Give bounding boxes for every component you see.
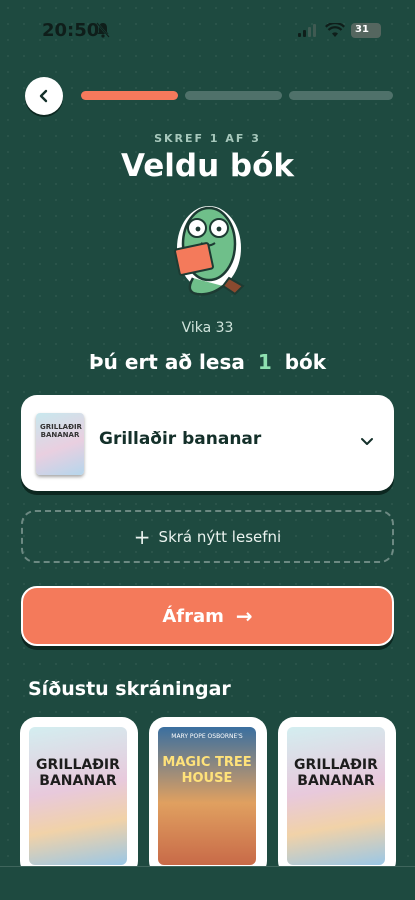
reading-suffix: bók (284, 350, 327, 374)
book-cover-title: GRILLAÐIR BANANAR (36, 757, 120, 789)
progress-step-1 (81, 91, 178, 100)
status-bar: 20:50 31 (0, 0, 415, 60)
step-label: SKREF 1 AF 3 (154, 132, 261, 145)
back-button[interactable] (25, 77, 63, 115)
selected-book-name: Grillaðir bananar (99, 429, 262, 449)
book-cover-subtitle: MARY POPE OSBORNE'S (171, 733, 243, 740)
continue-label: Áfram (162, 605, 224, 627)
bottom-bar (0, 866, 415, 900)
arrow-right-icon: → (235, 604, 253, 628)
battery-icon: 31 (351, 23, 381, 38)
book-select-dropdown[interactable]: GRILLAÐIR BANANAR Grillaðir bananar (21, 395, 394, 491)
battery-level: 31 (355, 24, 369, 35)
book-thumbnail-title: GRILLAÐIR BANANAR (40, 423, 82, 439)
status-time: 20:50 (42, 20, 100, 41)
plus-icon: + (133, 524, 151, 549)
reading-count: 1 (257, 350, 272, 374)
book-thumbnail: GRILLAÐIR BANANAR (36, 413, 84, 475)
wifi-icon (325, 23, 345, 37)
week-label: Vika 33 (181, 320, 234, 336)
book-cover: MARY POPE OSBORNE'S MAGIC TREE HOUSE (158, 727, 256, 865)
recent-entries-title: Síðustu skráningar (28, 678, 231, 700)
add-new-material-label: Skrá nýtt lesefni (158, 527, 282, 546)
progress-step-3 (289, 91, 393, 100)
reading-mascot-illustration (174, 206, 245, 296)
back-arrow-icon (39, 89, 48, 103)
recent-entry-card[interactable]: GRILLAÐIR BANANAR (278, 717, 396, 867)
signal-icon (298, 24, 316, 37)
book-cover-title: MAGIC TREE HOUSE (162, 755, 252, 786)
recent-entry-card[interactable]: GRILLAÐIR BANANAR (20, 717, 138, 867)
recent-entries-list: GRILLAÐIR BANANAR MARY POPE OSBORNE'S MA… (20, 717, 415, 867)
book-cover-title: GRILLAÐIR BANANAR (294, 757, 378, 789)
continue-button[interactable]: Áfram → (21, 586, 394, 646)
bell-off-icon (96, 22, 110, 38)
reading-count-text: Þú ert að lesa 1 bók (0, 350, 415, 374)
add-new-material-button[interactable]: + Skrá nýtt lesefni (21, 510, 394, 563)
progress-step-2 (185, 91, 282, 100)
book-cover: GRILLAÐIR BANANAR (29, 727, 127, 865)
book-cover: GRILLAÐIR BANANAR (287, 727, 385, 865)
page-title: Veldu bók (120, 148, 295, 184)
recent-entry-card[interactable]: MARY POPE OSBORNE'S MAGIC TREE HOUSE (149, 717, 267, 867)
reading-prefix: Þú ert að lesa (88, 350, 245, 374)
chevron-down-icon (361, 438, 373, 445)
